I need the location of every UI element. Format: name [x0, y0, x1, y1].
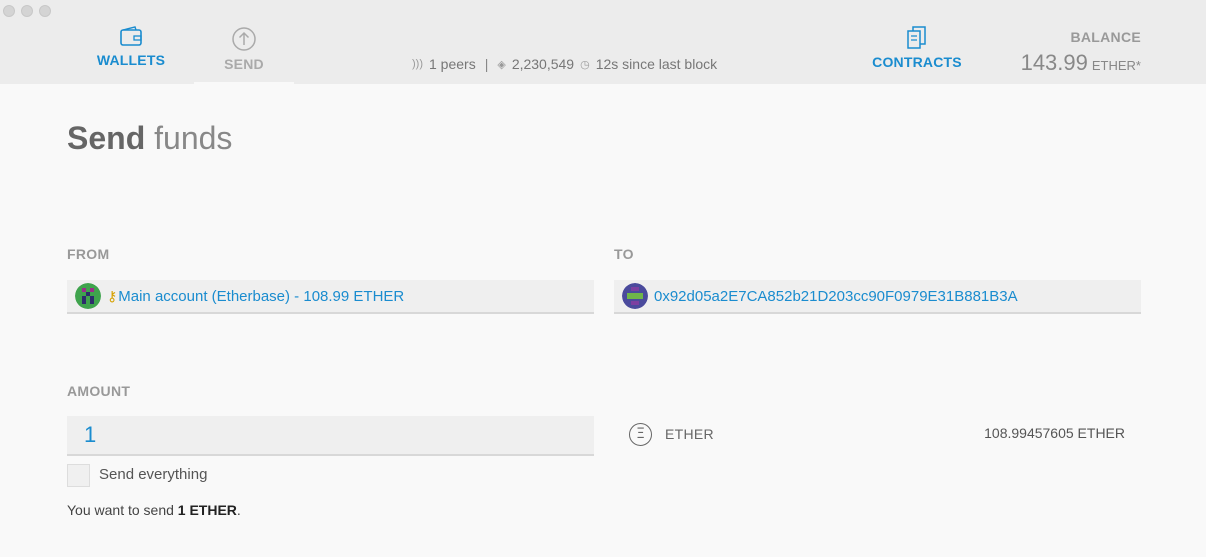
status-separator: | — [484, 56, 489, 72]
documents-icon — [907, 26, 926, 49]
nav-contracts-tab[interactable]: CONTRACTS — [872, 26, 962, 70]
nav-send-label: SEND — [224, 56, 264, 72]
balance-value: 143.99 ETHER* — [1021, 50, 1141, 76]
ether-currency-icon[interactable]: Ξ — [629, 423, 652, 446]
clock-icon: ◷ — [580, 58, 590, 71]
balance-amount: 143.99 — [1020, 50, 1088, 75]
currency-name[interactable]: ETHER — [665, 426, 714, 442]
available-balance: 108.99457605 ETHER — [984, 425, 1125, 441]
send-summary: You want to send 1 ETHER. — [67, 502, 241, 518]
to-address-input[interactable]: 0x92d05a2E7CA852b21D203cc90F0979E31B881B… — [614, 280, 1141, 314]
nav-send-tab[interactable]: SEND — [194, 26, 294, 84]
send-everything-checkbox[interactable] — [67, 464, 90, 487]
nav-wallets-tab[interactable]: WALLETS — [96, 26, 166, 68]
wallet-icon — [120, 26, 142, 46]
from-account-select[interactable]: ⚷ Main account (Etherbase) - 108.99 ETHE… — [67, 280, 594, 314]
nav-wallets-label: WALLETS — [96, 52, 166, 68]
block-number: 2,230,549 — [511, 56, 575, 72]
balance-label: BALANCE — [1070, 29, 1141, 45]
page-title-light: funds — [154, 120, 233, 156]
summary-amount: 1 ETHER — [177, 502, 237, 518]
maximize-window-button[interactable] — [39, 5, 51, 17]
summary-suffix: . — [236, 502, 241, 518]
rss-icon: ))) — [412, 58, 423, 70]
arrow-up-circle-icon — [232, 27, 256, 51]
to-label: TO — [614, 246, 634, 262]
to-address-text: 0x92d05a2E7CA852b21D203cc90F0979E31B881B… — [654, 287, 1018, 305]
network-status: ))) 1 peers | ◈ 2,230,549 ◷ 12s since la… — [412, 56, 717, 72]
close-window-button[interactable] — [3, 5, 15, 17]
from-account-identicon — [75, 283, 101, 309]
amount-input[interactable]: 1 — [67, 416, 594, 456]
amount-label: AMOUNT — [67, 383, 131, 399]
window-controls — [3, 5, 51, 17]
page-title: Send funds — [67, 120, 232, 157]
summary-prefix: You want to send — [67, 502, 178, 518]
to-address-identicon — [622, 283, 648, 309]
from-account-text: Main account (Etherbase) - 108.99 ETHER — [118, 287, 405, 305]
top-navigation-bar: WALLETS SEND ))) 1 peers | ◈ 2,230,549 ◷… — [0, 0, 1206, 84]
time-since-block: 12s since last block — [595, 56, 718, 72]
active-tab-indicator — [194, 82, 294, 84]
minimize-window-button[interactable] — [21, 5, 33, 17]
key-icon: ⚷ — [107, 287, 118, 304]
layers-icon: ◈ — [497, 58, 506, 71]
page-title-bold: Send — [67, 120, 146, 156]
from-label: FROM — [67, 246, 110, 262]
nav-contracts-label: CONTRACTS — [872, 54, 962, 70]
peers-count: 1 peers — [429, 56, 476, 72]
send-everything-label[interactable]: Send everything — [99, 466, 207, 483]
balance-unit: ETHER* — [1091, 58, 1141, 73]
